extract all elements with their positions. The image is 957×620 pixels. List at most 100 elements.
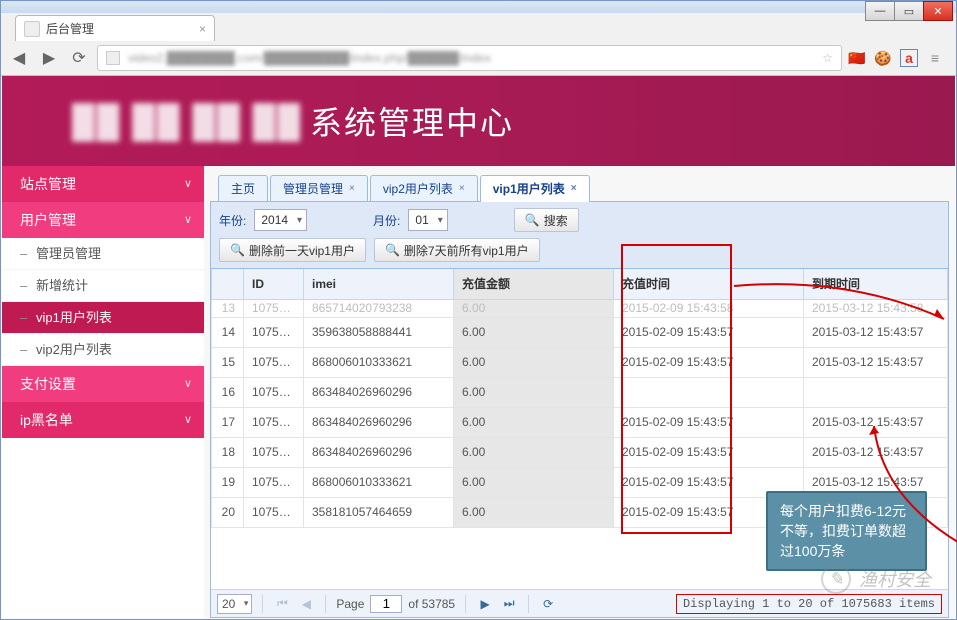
table-cell: 1075665 (244, 467, 304, 497)
browser-addressbar-row: ◀ ▶ ⟳ video2.████████.com/██████████/ind… (1, 41, 956, 75)
delete-yesterday-button[interactable]: 🔍删除前一天vip1用户 (219, 238, 366, 262)
content-row: 站点管理用户管理管理员管理新增统计vip1用户列表vip2用户列表支付设置ip黑… (2, 166, 955, 618)
sidebar-group[interactable]: 用户管理 (2, 202, 204, 238)
document-tab[interactable]: vip1用户列表× (480, 175, 590, 202)
data-table: ID imei 充值金额 充值时间 到期时间 13107567186571402… (211, 269, 948, 528)
sidebar-item[interactable]: vip1用户列表 (2, 302, 204, 334)
table-cell: 6.00 (454, 347, 614, 377)
year-label: 年份: (219, 212, 246, 229)
bookmark-star-icon[interactable]: ☆ (822, 51, 833, 65)
table-cell: 868006010333621 (304, 467, 454, 497)
pager-refresh-button[interactable]: ⟳ (539, 595, 557, 613)
page-title: 系统管理中心 (310, 98, 514, 144)
document-tab[interactable]: vip2用户列表× (370, 175, 478, 201)
pager-page-input[interactable] (370, 595, 402, 613)
table-cell: 6.00 (454, 299, 614, 317)
table-cell: 868006010333621 (304, 347, 454, 377)
search-icon: 🔍 (385, 243, 400, 257)
table-cell: 863484026960296 (304, 437, 454, 467)
table-cell: 13 (212, 299, 244, 317)
ext-cookie-icon[interactable]: 🍪 (874, 49, 892, 67)
tab-close-icon[interactable]: × (199, 22, 206, 36)
sidebar-item[interactable]: 管理员管理 (2, 238, 204, 270)
sidebar-group[interactable]: 支付设置 (2, 366, 204, 402)
page-area: ██ ██ ██ ██ 系统管理中心 站点管理用户管理管理员管理新增统计vip1… (2, 76, 955, 618)
table-header-row: ID imei 充值金额 充值时间 到期时间 (212, 269, 948, 299)
table-cell: 359638058888441 (304, 317, 454, 347)
favicon-icon (24, 21, 40, 37)
sidebar-item[interactable]: 新增统计 (2, 270, 204, 302)
table-cell: 2015-03-12 15:43:57 (804, 437, 948, 467)
table-cell: 14 (212, 317, 244, 347)
pager-next-button[interactable]: ▶ (476, 595, 494, 613)
table-cell (614, 377, 804, 407)
table-cell: 2015-02-09 15:43:57 (614, 317, 804, 347)
tab-close-icon[interactable]: × (459, 177, 465, 201)
month-label: 月份: (373, 212, 400, 229)
sidebar-group[interactable]: 站点管理 (2, 166, 204, 202)
nav-back-button[interactable]: ◀ (7, 46, 31, 70)
table-cell: 6.00 (454, 407, 614, 437)
nav-forward-button[interactable]: ▶ (37, 46, 61, 70)
table-cell: 2015-03-12 15:43:58 (804, 299, 948, 317)
search-button[interactable]: 🔍搜索 (514, 208, 579, 232)
tab-close-icon[interactable]: × (571, 177, 577, 201)
sidebar-group[interactable]: ip黑名单 (2, 402, 204, 438)
address-bar[interactable]: video2.████████.com/██████████/index.php… (97, 45, 842, 71)
table-row[interactable]: 1410756703596380588884416.002015-02-09 1… (212, 317, 948, 347)
month-select[interactable]: 01 (408, 209, 447, 231)
page-size-select[interactable]: 20 (217, 594, 252, 614)
main-panel: 主页管理员管理×vip2用户列表×vip1用户列表× 年份: 2014 月份: … (204, 166, 955, 618)
table-cell: 2015-02-09 15:43:57 (614, 437, 804, 467)
table-cell: 20 (212, 497, 244, 527)
browser-tab[interactable]: 后台管理 × (15, 15, 215, 41)
table-cell (804, 377, 948, 407)
ext-letter-icon[interactable]: a (900, 49, 918, 67)
col-imei[interactable]: imei (304, 269, 454, 299)
page-favicon-icon (106, 51, 120, 65)
browser-tab-title: 后台管理 (46, 20, 94, 37)
col-index[interactable] (212, 269, 244, 299)
table-cell: 6.00 (454, 467, 614, 497)
delete-7days-button[interactable]: 🔍删除7天前所有vip1用户 (374, 238, 540, 262)
document-tab[interactable]: 主页 (218, 175, 268, 201)
table-row[interactable]: 1710756678634840269602966.002015-02-09 1… (212, 407, 948, 437)
pager-first-button[interactable]: ⏮ (273, 595, 291, 613)
table-row[interactable]: 1510756698680060103336216.002015-02-09 1… (212, 347, 948, 377)
table-cell: 1075669 (244, 347, 304, 377)
browser-menu-button[interactable]: ≡ (926, 49, 944, 67)
sidebar-item[interactable]: vip2用户列表 (2, 334, 204, 366)
ext-flag-icon[interactable]: 🇨🇳 (848, 49, 866, 67)
col-id[interactable]: ID (244, 269, 304, 299)
nav-reload-button[interactable]: ⟳ (67, 46, 91, 70)
document-tab[interactable]: 管理员管理× (270, 175, 368, 201)
tab-close-icon[interactable]: × (349, 177, 355, 201)
table-cell: 6.00 (454, 317, 614, 347)
table-cell: 358181057464659 (304, 497, 454, 527)
table-cell: 2015-02-09 15:43:57 (614, 407, 804, 437)
table-cell: 2015-02-09 15:43:57 (614, 347, 804, 377)
toolbar: 年份: 2014 月份: 01 🔍搜索 🔍删除前一天vip1用户 🔍删除7天前所… (210, 202, 949, 269)
table-row[interactable]: 1310756718657140207932386.002015-02-09 1… (212, 299, 948, 317)
browser-tabstrip: 后台管理 × (1, 13, 956, 41)
pager-prev-button[interactable]: ◀ (297, 595, 315, 613)
table-cell: 865714020793238 (304, 299, 454, 317)
col-charge-time[interactable]: 充值时间 (614, 269, 804, 299)
pager-display-info: Displaying 1 to 20 of 1075683 items (676, 594, 942, 614)
year-select[interactable]: 2014 (254, 209, 307, 231)
page-header: ██ ██ ██ ██ 系统管理中心 (2, 76, 955, 166)
document-tabs: 主页管理员管理×vip2用户列表×vip1用户列表× (210, 172, 949, 202)
table-row[interactable]: 1810756668634840269602966.002015-02-09 1… (212, 437, 948, 467)
header-blurred-prefix: ██ ██ ██ ██ (72, 103, 302, 140)
table-cell: 2015-03-12 15:43:57 (804, 347, 948, 377)
table-cell: 1075667 (244, 407, 304, 437)
annotation-callout: 每个用户扣费6-12元不等，扣费订单数超过100万条 (766, 491, 927, 571)
browser-chrome: 后台管理 × ◀ ▶ ⟳ video2.████████.com/███████… (1, 13, 956, 76)
pager-last-button[interactable]: ⏭ (500, 595, 518, 613)
col-expire-time[interactable]: 到期时间 (804, 269, 948, 299)
sidebar: 站点管理用户管理管理员管理新增统计vip1用户列表vip2用户列表支付设置ip黑… (2, 166, 204, 618)
table-row[interactable]: 1610756688634840269602966.00 (212, 377, 948, 407)
table-cell: 1075668 (244, 377, 304, 407)
table-cell: 19 (212, 467, 244, 497)
col-amount[interactable]: 充值金额 (454, 269, 614, 299)
